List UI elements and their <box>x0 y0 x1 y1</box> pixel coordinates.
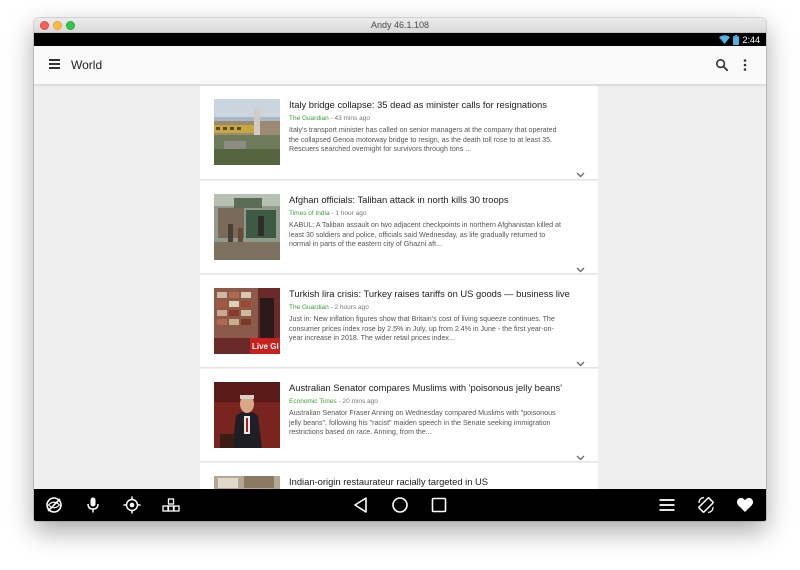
rotate-icon[interactable] <box>697 496 715 514</box>
article-card[interactable]: Indian-origin restaurateur racially targ… <box>200 463 598 489</box>
status-time: 2:44 <box>742 34 760 45</box>
menu-icon[interactable] <box>658 496 676 514</box>
expand-chevron-icon[interactable] <box>576 354 585 367</box>
article-source[interactable]: The Guardian <box>289 115 329 122</box>
battery-icon <box>733 34 740 45</box>
window-title: Andy 46.1.108 <box>370 20 430 30</box>
article-source[interactable]: The Guardian <box>289 304 329 311</box>
recents-icon[interactable] <box>430 496 448 514</box>
article-card[interactable]: Live Gl Turkish lira crisis: Turkey rais… <box>200 275 598 368</box>
android-status-bar: 2:44 <box>34 33 766 46</box>
expand-chevron-icon[interactable] <box>576 448 585 461</box>
article-thumbnail <box>214 476 280 489</box>
article-title[interactable]: Indian-origin restaurateur racially targ… <box>289 476 584 487</box>
article-snippet: Just in: New inflation figures show that… <box>289 315 555 342</box>
article-title[interactable]: Afghan officials: Taliban attack in nort… <box>289 194 584 205</box>
screen: Andy 46.1.108 2:44 World Italy bridge co… <box>0 0 800 570</box>
article-snippet: Italy's transport minister has called on… <box>289 126 557 153</box>
wifi-icon <box>719 35 731 44</box>
article-snippet: Australian Senator Fraser Anning on Wedn… <box>289 409 556 436</box>
article-title[interactable]: Italy bridge collapse: 35 dead as minist… <box>289 99 584 110</box>
article-title[interactable]: Australian Senator compares Muslims with… <box>289 382 584 393</box>
article-title[interactable]: Turkish lira crisis: Turkey raises tarif… <box>289 288 584 299</box>
blocks-icon[interactable] <box>162 496 180 514</box>
article-thumbnail <box>214 99 280 165</box>
live-overlay-label: Live Gl <box>252 342 279 351</box>
home-icon[interactable] <box>391 496 409 514</box>
android-nav-bar <box>34 489 766 521</box>
gps-icon[interactable] <box>123 496 141 514</box>
article-card[interactable]: Afghan officials: Taliban attack in nort… <box>200 181 598 274</box>
article-thumbnail <box>214 382 280 448</box>
expand-chevron-icon[interactable] <box>576 260 585 273</box>
article-meta: The Guardian - 43 mins ago <box>289 115 370 122</box>
article-meta: Times of India - 1 hour ago <box>289 210 366 217</box>
expand-chevron-icon[interactable] <box>576 165 585 178</box>
page-title: World <box>71 58 103 72</box>
article-source[interactable]: Times of India <box>289 210 330 217</box>
emulator-window: Andy 46.1.108 2:44 World Italy bridge co… <box>34 18 766 521</box>
article-thumbnail <box>214 194 280 260</box>
article-time: - 1 hour ago <box>329 210 367 217</box>
article-card[interactable]: Italy bridge collapse: 35 dead as minist… <box>200 86 598 180</box>
heart-icon[interactable] <box>736 496 754 514</box>
article-snippet: KABUL: A Taliban assault on two adjacent… <box>289 221 561 248</box>
hide-icon[interactable] <box>45 496 63 514</box>
article-meta: The Guardian - 2 hours ago <box>289 304 369 311</box>
more-vert-icon[interactable] <box>740 58 750 72</box>
back-icon[interactable] <box>352 496 370 514</box>
article-time: - 43 mins ago <box>328 115 370 122</box>
app-bar: World <box>34 46 766 85</box>
news-feed: Italy bridge collapse: 35 dead as minist… <box>34 86 766 489</box>
article-meta: Economic Times - 20 mins ago <box>289 398 378 405</box>
article-time: - 20 mins ago <box>336 398 378 405</box>
menu-icon[interactable] <box>49 59 60 69</box>
article-thumbnail: Live Gl <box>214 288 280 354</box>
search-icon[interactable] <box>715 58 729 72</box>
article-card[interactable]: Australian Senator compares Muslims with… <box>200 369 598 462</box>
article-source[interactable]: Economic Times <box>289 398 337 405</box>
article-time: - 2 hours ago <box>328 304 369 311</box>
window-titlebar: Andy 46.1.108 <box>34 18 766 33</box>
microphone-icon[interactable] <box>84 496 102 514</box>
